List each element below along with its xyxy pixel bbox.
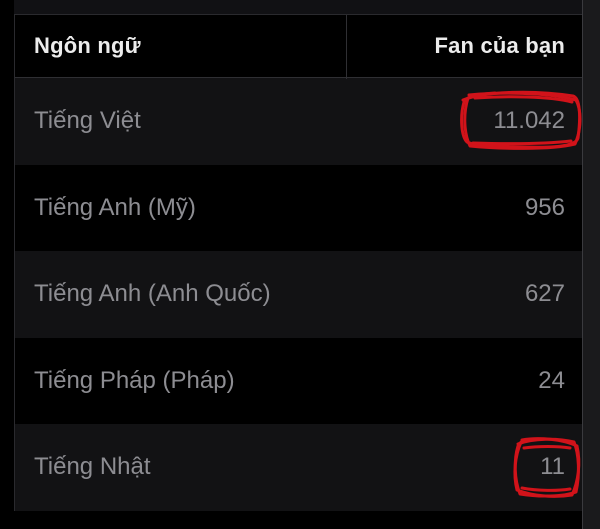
column-header-language[interactable]: Ngôn ngữ	[34, 33, 141, 59]
language-fans-panel: Ngôn ngữ Fan của bạn Tiếng Việt 11.042 T…	[0, 0, 600, 529]
top-edge	[14, 0, 582, 14]
row-language: Tiếng Việt	[34, 107, 141, 135]
table-row[interactable]: Tiếng Pháp (Pháp) 24	[15, 337, 583, 424]
row-fans: 627	[524, 280, 565, 308]
row-language: Tiếng Anh (Anh Quốc)	[34, 280, 271, 308]
table-row[interactable]: Tiếng Việt 11.042	[15, 78, 583, 165]
row-fans: 11	[540, 453, 565, 481]
column-header-fans[interactable]: Fan của bạn	[434, 33, 565, 59]
column-divider	[346, 15, 347, 79]
table-header-row: Ngôn ngữ Fan của bạn	[15, 14, 583, 79]
row-fans: 956	[524, 193, 565, 221]
row-language: Tiếng Nhật	[34, 453, 151, 481]
row-fans: 24	[538, 366, 565, 394]
row-language: Tiếng Anh (Mỹ)	[34, 193, 196, 221]
table-row[interactable]: Tiếng Nhật 11	[15, 424, 583, 511]
row-language: Tiếng Pháp (Pháp)	[34, 366, 235, 394]
vertical-scrollbar[interactable]	[582, 0, 600, 529]
table-row[interactable]: Tiếng Anh (Anh Quốc) 627	[15, 251, 583, 338]
row-fans: 11.042	[493, 107, 565, 135]
language-fans-table: Ngôn ngữ Fan của bạn Tiếng Việt 11.042 T…	[14, 14, 583, 511]
table-row[interactable]: Tiếng Anh (Mỹ) 956	[15, 164, 583, 251]
